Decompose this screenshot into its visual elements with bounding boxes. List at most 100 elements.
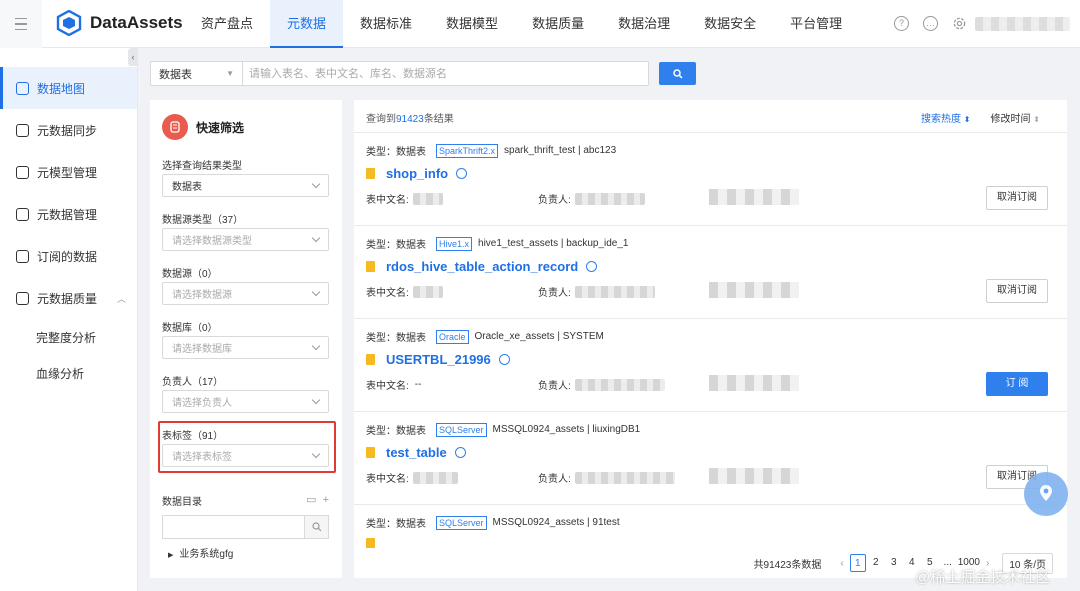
menu-icon[interactable] [0,0,42,48]
nav-tab[interactable]: 平台管理 [773,0,859,48]
filter-select[interactable]: 请选择数据源 [162,282,329,305]
sort-by-heat[interactable]: 搜索热度 ⬍ [921,110,970,125]
sync-icon [16,123,29,137]
table-cn-name: 表中文名: [366,284,443,299]
card-path: MSSQL0924_assets | 91test [492,517,620,528]
chevron-up-icon: ︿ [117,293,127,304]
table-name-link[interactable]: USERTBL_21996 [386,352,491,367]
nav-tab[interactable]: 元数据 [270,0,344,48]
catalog-search-input[interactable] [162,515,329,539]
table-icon [366,354,375,365]
map-pin-icon [1040,485,1052,501]
search-type-value: 数据表 [159,68,192,81]
lineage-icon[interactable] [498,354,510,365]
prev-page-icon[interactable]: ‹ [840,558,843,569]
search-bar: 数据表 ▼ [150,61,649,86]
app-name: DataAssets [90,13,183,32]
blurred-value [412,471,458,484]
search-icon [672,68,683,79]
filter-label: 数据库（0） [162,323,218,334]
blurred-value [574,285,655,298]
cn-name-label: 表中文名: [366,195,409,206]
sidebar-subitem[interactable]: 血缘分析 [0,355,137,391]
nav-tab[interactable]: 数据模型 [429,0,515,48]
blurred-value [574,378,665,391]
sidebar-item[interactable]: 元数据管理 [0,193,137,235]
nav-tab[interactable]: 数据标准 [343,0,429,48]
owner-label: 负责人: [538,288,571,299]
page-number[interactable]: 3 [886,554,902,572]
filter-select[interactable]: 请选择负责人 [162,390,329,413]
chevron-down-icon [311,287,321,297]
sidebar-item[interactable]: 订阅的数据 [0,235,137,277]
add-icon[interactable]: + [323,494,329,506]
catalog-tree-item[interactable]: ▶ 业务系统gfg [168,545,233,560]
sidebar-subitem[interactable]: 完整度分析 [0,319,137,355]
cube-icon [16,165,29,179]
catalog-search-button[interactable] [304,516,328,538]
sidebar-item[interactable]: 数据地图 [0,67,137,109]
watermark-text: @稀土掘金技术社区 [915,569,1051,586]
top-navbar: DataAssets 资产盘点 元数据 数据标准 数据模型 数据质量 数据治理 数据安全 平台… [0,0,1080,48]
message-icon[interactable]: … [923,16,938,31]
sort-by-time[interactable]: 修改时间 ⬍ [990,110,1039,125]
table-name-link[interactable]: shop_info [386,166,448,181]
nav-tab[interactable]: 数据安全 [687,0,773,48]
nav-tab[interactable]: 数据质量 [515,0,601,48]
map-float-button[interactable] [1024,472,1068,516]
table-icon [366,168,375,179]
app-logo[interactable]: DataAssets [56,10,183,36]
chevron-down-icon [311,341,321,351]
nav-tab[interactable]: 数据治理 [601,0,687,48]
sort-time-label: 修改时间 [990,114,1031,125]
card-meta: 类型：数据表 Oracle Oracle_xe_assets | SYSTEM [366,329,604,344]
sidebar-item-label: 数据地图 [37,81,86,96]
filter-select[interactable]: 数据表 [162,174,329,197]
result-card[interactable]: 类型：数据表 Oracle Oracle_xe_assets | SYSTEM USE… [354,318,1067,411]
nav-tab[interactable]: 资产盘点 [184,0,270,48]
result-suffix: 条结果 [423,114,454,125]
result-card[interactable]: 类型：数据表 Hive1.x hive1_test_assets | backup_… [354,225,1067,318]
user-avatar[interactable] [975,16,1070,31]
datasource-tag: SQLServer [436,422,487,437]
filter-header: 快速筛选 [162,114,244,140]
table-cn-name: 表中文名: [366,191,443,206]
page-number[interactable]: 2 [868,554,884,572]
result-card[interactable]: 类型：数据表 SQLServer MSSQL0924_assets | liuxin… [354,411,1067,504]
search-input[interactable] [243,62,648,85]
sidebar-item[interactable]: 元模型管理 [0,151,137,193]
table-cn-name: 表中文名: -- [366,377,421,392]
collapse-sidebar-button[interactable]: ‹ [128,48,138,66]
filter-select[interactable]: 请选择数据源类型 [162,228,329,251]
filter-label: 数据源（0） [162,269,218,280]
search-button[interactable] [659,62,696,85]
help-icon[interactable]: ? [894,16,909,31]
sidebar: 数据地图元数据同步元模型管理 元数据管理 订阅的数据 元数据质量 ︿ 完整度分析 血缘分析 [0,48,138,591]
settings-icon[interactable] [952,16,967,31]
lineage-icon[interactable] [586,261,598,272]
sidebar-item[interactable]: 元数据同步 [0,109,137,151]
datasource-tag: Hive1.x [436,236,473,251]
table-name-link[interactable]: rdos_hive_table_action_record [386,259,578,274]
datasource-tag: SparkThrift2.x [436,143,499,158]
highlight-annotation [158,421,336,473]
sidebar-item-label: 元数据同步 [37,123,98,138]
datasource-tag: Oracle [436,329,469,344]
lineage-icon[interactable] [454,447,466,458]
table-name-link[interactable]: test_table [386,445,447,460]
lineage-icon[interactable] [456,168,468,179]
owner-label: 负责人: [538,195,571,206]
subscribe-button[interactable]: 取消订阅 [986,186,1048,210]
blurred-value [709,468,799,484]
search-type-select[interactable]: 数据表 ▼ [151,62,243,85]
result-card[interactable]: 类型：数据表 SparkThrift2.x spark_thrift_test | … [354,132,1067,225]
filter-label: 数据源类型（37） [162,215,244,226]
sidebar-item[interactable]: 元数据质量 ︿ [0,277,137,319]
page-number[interactable]: 1 [849,554,866,572]
select-placeholder: 请选择负责人 [172,398,232,409]
filter-select[interactable]: 请选择数据库 [162,336,329,359]
folder-icon[interactable]: ▭ [306,494,316,506]
card-meta: 类型：数据表 SparkThrift2.x spark_thrift_test | … [366,143,616,158]
subscribe-button[interactable]: 取消订阅 [986,279,1048,303]
subscribe-button[interactable]: 订 阅 [986,372,1048,396]
